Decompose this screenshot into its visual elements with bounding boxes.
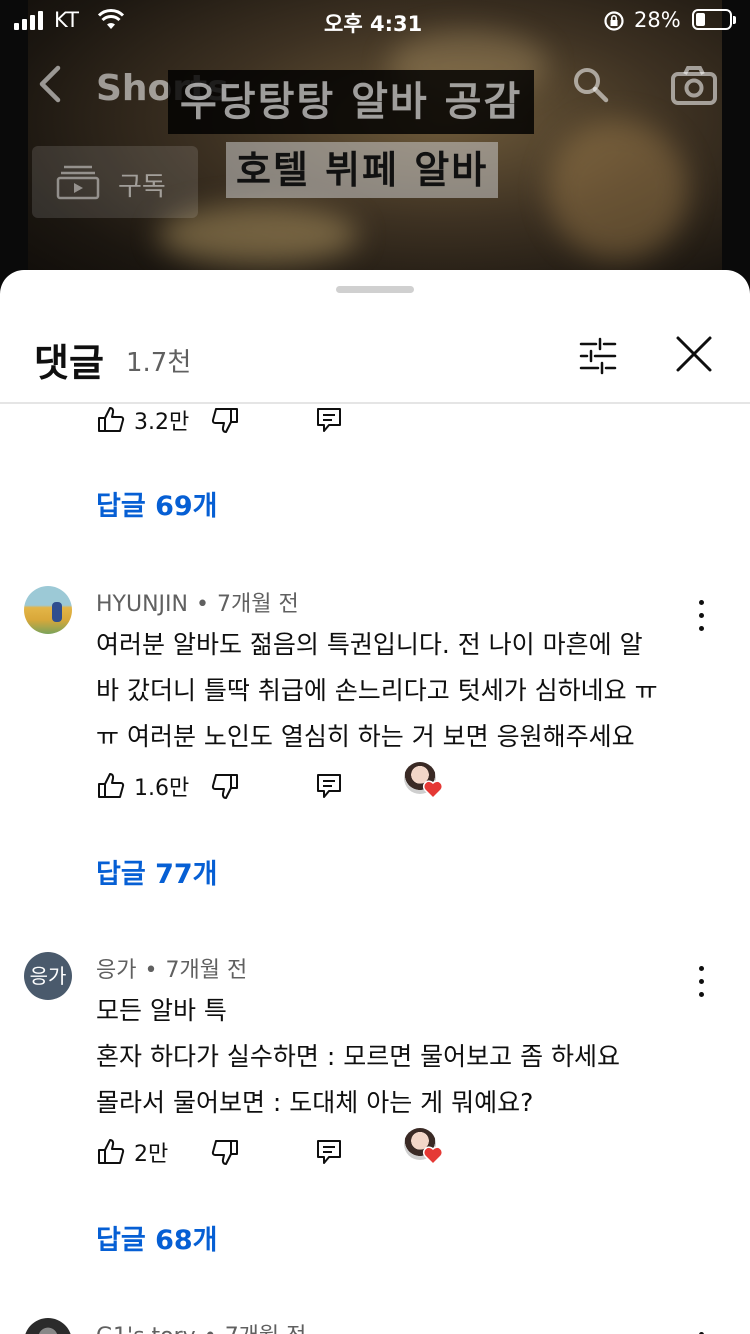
heart-icon	[422, 1146, 444, 1166]
comment-author[interactable]: 응가	[96, 958, 136, 983]
search-icon[interactable]	[570, 64, 612, 106]
comment-time: 7개월 전	[216, 592, 299, 617]
comment-text: 여러분 알바도 젊음의 특권입니다. 전 나이 마흔에 알 바 갔더니 틀딱 취…	[96, 630, 658, 751]
comment-author[interactable]: HYUNJIN	[96, 592, 188, 617]
like-button[interactable]: 3.2만	[96, 406, 189, 440]
comment-text: 모든 알바 특 혼자 하다가 실수하면 : 모르면 물어보고 좀 하세요 몰라서…	[96, 996, 621, 1117]
comment-meta: HYUNJIN • 7개월 전	[96, 592, 299, 617]
camera-icon[interactable]	[670, 64, 718, 106]
comments-sheet: 댓글 1.7천 3.2만 답글 69개 HYUNJIN • 7개월 전 여러분 …	[0, 270, 750, 1334]
status-bar: KT 오후 4:31 28%	[0, 0, 750, 40]
drag-handle[interactable]	[336, 286, 414, 293]
creator-heart-badge	[404, 762, 444, 802]
like-count: 1.6만	[134, 776, 190, 801]
reply-button[interactable]	[314, 1132, 344, 1172]
avatar[interactable]: 응가	[24, 952, 72, 1000]
video-caption-title: 우당탕탕 알바 공감	[168, 70, 535, 134]
comments-title: 댓글	[34, 341, 104, 385]
creator-heart-badge	[404, 1128, 444, 1168]
dislike-button[interactable]	[210, 1132, 240, 1172]
like-count: 3.2만	[134, 410, 190, 435]
thumbs-up-icon	[98, 1139, 125, 1164]
comment-bubble-icon	[317, 408, 341, 432]
video-caption-subtitle: 호텔 뷔페 알바	[226, 142, 499, 198]
dislike-button[interactable]	[210, 766, 240, 806]
battery-icon	[692, 9, 736, 30]
reply-button[interactable]	[314, 406, 344, 440]
comment-actions: 1.6만	[96, 762, 496, 806]
thumbs-down-icon	[211, 408, 238, 433]
avatar[interactable]	[24, 1318, 72, 1334]
comment-bubble-icon	[317, 774, 341, 798]
view-replies-link[interactable]: 답글 69개	[96, 484, 218, 523]
comment-meta: 응가 • 7개월 전	[96, 958, 248, 983]
back-arrow-icon[interactable]	[30, 62, 70, 106]
avatar[interactable]	[24, 586, 72, 634]
carrier-name: KT	[54, 8, 79, 32]
dislike-button[interactable]	[210, 406, 240, 440]
like-button[interactable]: 1.6만	[96, 766, 189, 806]
subscribe-button[interactable]: 구독	[32, 146, 198, 218]
heart-icon	[422, 780, 444, 800]
sort-filter-icon[interactable]	[578, 336, 618, 376]
more-options-icon[interactable]	[690, 1330, 714, 1334]
comments-list[interactable]: 3.2만 답글 69개 HYUNJIN • 7개월 전 여러분 알바도 젊음의 특권…	[0, 406, 750, 1334]
subscribe-label: 구독	[118, 172, 166, 202]
view-replies-link[interactable]: 답글 68개	[96, 1218, 218, 1257]
thumbs-down-icon	[211, 774, 238, 799]
video-background: KT 오후 4:31 28% Shorts 구독 우당탕탕 알바 공감 호텔 뷔…	[0, 0, 750, 300]
like-count: 2만	[134, 1142, 169, 1167]
subscriptions-icon	[56, 165, 100, 200]
comment-bubble-icon	[317, 1140, 341, 1164]
reply-button[interactable]	[314, 766, 344, 806]
rotation-lock-icon	[604, 11, 624, 31]
comment-actions: 2만	[96, 1128, 496, 1172]
view-replies-link[interactable]: 답글 77개	[96, 852, 218, 891]
comment-time: 7개월 전	[225, 1324, 307, 1334]
clock: 오후 4:31	[324, 12, 423, 36]
thumbs-up-icon	[98, 773, 125, 798]
wifi-icon	[98, 9, 124, 29]
comment-author[interactable]: G1's tory	[96, 1324, 196, 1334]
comments-header: 댓글 1.7천	[0, 310, 750, 404]
signal-icon	[14, 10, 43, 30]
like-button[interactable]: 2만	[96, 1132, 168, 1172]
close-icon[interactable]	[674, 334, 714, 374]
comment-meta: G1's tory•7개월 전	[96, 1318, 306, 1334]
comment-time: 7개월 전	[165, 958, 248, 983]
thumbs-down-icon	[211, 1140, 238, 1165]
thumbs-up-icon	[98, 407, 125, 432]
comments-count: 1.7천	[126, 348, 192, 378]
battery-percent: 28%	[634, 8, 681, 32]
comment-actions: 3.2만	[96, 406, 496, 440]
